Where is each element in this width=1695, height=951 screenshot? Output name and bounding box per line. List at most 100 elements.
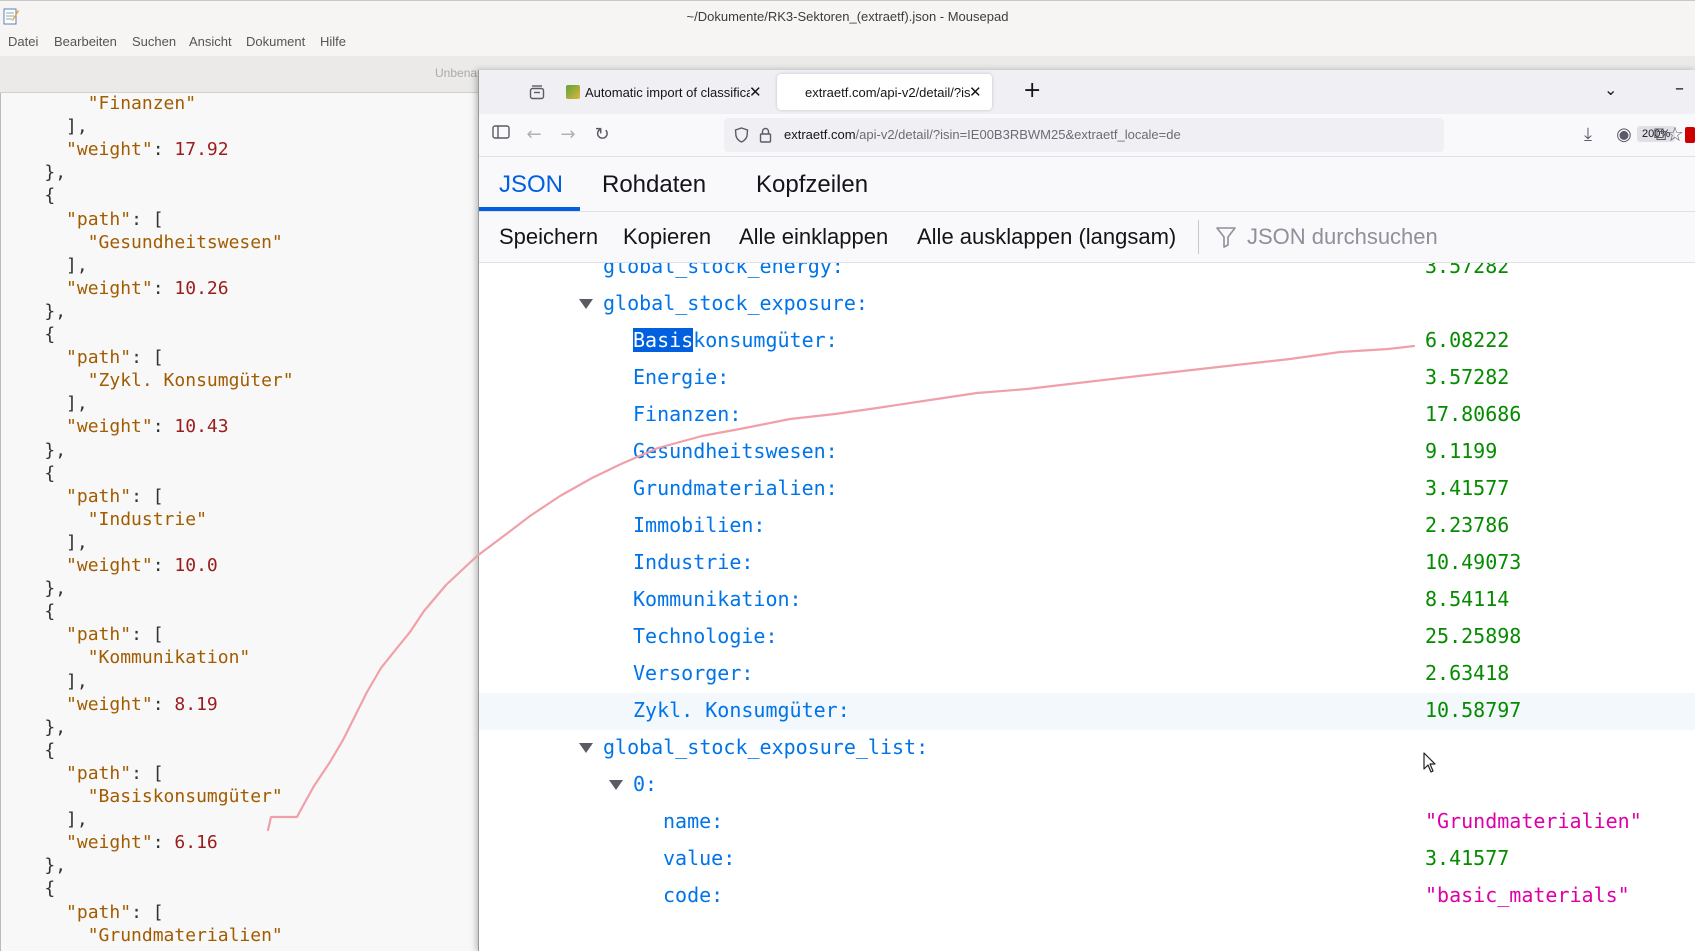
window-title: ~/Dokumente/RK3-Sektoren_(extraetf).json…: [686, 9, 1009, 24]
code-punctuation: },: [44, 162, 67, 184]
code-punctuation: [1, 555, 66, 576]
json-row[interactable]: Energie: 3.57282: [479, 360, 1695, 397]
json-key: Immobilien:: [633, 513, 766, 537]
code-punctuation: [1, 740, 44, 761]
json-row[interactable]: Industrie: 10.49073: [479, 545, 1695, 582]
json-row[interactable]: code: "basic_materials": [479, 878, 1695, 915]
menu-datei[interactable]: Datei: [8, 34, 38, 49]
json-value: 10.58797: [1425, 698, 1522, 722]
json-row[interactable]: Zykl. Konsumgüter: 10.58797: [479, 693, 1695, 730]
menu-bearbeiten[interactable]: Bearbeiten: [54, 34, 117, 49]
json-row[interactable]: value: 3.41577: [479, 841, 1695, 878]
json-key: Zykl. Konsumgüter:: [633, 698, 850, 722]
code-punctuation: [1, 116, 66, 137]
menu-ansicht[interactable]: Ansicht: [189, 34, 232, 49]
close-tab-icon[interactable]: ✕: [969, 83, 982, 101]
code-line: "Gesundheitswesen": [1, 232, 283, 255]
sidebar-icon[interactable]: [489, 123, 513, 147]
json-filter-input[interactable]: JSON durchsuchen: [1247, 224, 1438, 250]
code-punctuation: ],: [66, 393, 88, 415]
collapse-all-button[interactable]: Alle einklappen: [739, 224, 888, 250]
code-string: "path": [66, 347, 132, 369]
code-punctuation: :: [152, 555, 175, 576]
code-punctuation: [1, 139, 66, 160]
firefox-view-icon[interactable]: [529, 84, 545, 100]
close-tab-icon[interactable]: ✕: [749, 83, 762, 101]
downloads-icon[interactable]: ⤓: [1576, 123, 1600, 147]
json-key-rest: konsumgüter:: [693, 328, 838, 352]
code-punctuation: ],: [66, 670, 88, 692]
menu-dokument[interactable]: Dokument: [246, 34, 305, 49]
active-tab-indicator: [479, 207, 580, 211]
menu-hilfe[interactable]: Hilfe: [320, 34, 346, 49]
json-row[interactable]: Basiskonsumgüter: 6.08222: [479, 323, 1695, 360]
new-tab-icon[interactable]: +: [1023, 78, 1041, 103]
code-punctuation: [1, 440, 44, 461]
json-key: Basiskonsumgüter:: [633, 328, 838, 352]
reload-icon[interactable]: ↻: [590, 123, 614, 147]
mousepad-editor[interactable]: "Finanzen" ], "weight": 17.92 }, { "path…: [0, 93, 479, 951]
json-row[interactable]: Technologie: 25.25898: [479, 619, 1695, 656]
code-punctuation: ],: [66, 116, 88, 138]
json-row[interactable]: Versorger: 2.63418: [479, 656, 1695, 693]
json-row[interactable]: Immobilien: 2.23786: [479, 508, 1695, 545]
shield-icon[interactable]: [734, 127, 749, 143]
code-punctuation: [1, 671, 66, 692]
copy-button[interactable]: Kopieren: [623, 224, 711, 250]
code-punctuation: : [: [131, 485, 164, 507]
extensions-icon[interactable]: ⧉: [1648, 123, 1672, 147]
url-bar[interactable]: extraetf.com/api-v2/detail/?isin=IE00B3R…: [724, 118, 1684, 152]
expand-toggle-icon[interactable]: [609, 780, 623, 790]
json-value: 3.41577: [1425, 846, 1510, 870]
tab-json[interactable]: JSON: [499, 171, 563, 199]
code-punctuation: ],: [66, 254, 88, 276]
code-line: {: [1, 324, 55, 347]
json-row[interactable]: global_stock_exposure_list:: [479, 730, 1695, 767]
code-line: "Zykl. Konsumgüter": [1, 370, 294, 393]
tab-headers[interactable]: Kopfzeilen: [756, 171, 868, 199]
json-row[interactable]: global_stock_energy: 3.57282: [479, 263, 1695, 286]
code-punctuation: [1, 647, 88, 668]
account-icon[interactable]: ◉: [1612, 123, 1636, 147]
code-line: ],: [1, 116, 88, 139]
expand-toggle-icon[interactable]: [579, 743, 593, 753]
json-row[interactable]: Gesundheitswesen: 9.1199: [479, 434, 1695, 471]
forward-icon[interactable]: →: [556, 123, 580, 147]
ublock-icon[interactable]: [1685, 127, 1695, 143]
url-text[interactable]: extraetf.com/api-v2/detail/?isin=IE00B3R…: [784, 127, 1181, 142]
code-punctuation: [1, 486, 66, 507]
code-string: "path": [66, 762, 132, 784]
json-row[interactable]: Finanzen: 17.80686: [479, 397, 1695, 434]
url-path: /api-v2/detail/?isin=IE00B3RBWM25&extrae…: [855, 127, 1181, 142]
document-tab[interactable]: Unbena: [435, 66, 477, 80]
browser-tab-active[interactable]: extraetf.com/api-v2/detail/?isi ✕: [777, 74, 992, 110]
navigation-bar: ← → ↻ extraetf.com/api-v2/detail/?isin=I…: [479, 114, 1695, 157]
list-tabs-icon[interactable]: ⌄: [1604, 80, 1617, 99]
code-line: ],: [1, 393, 88, 416]
code-string: "weight": [66, 555, 153, 576]
code-punctuation: [1, 278, 66, 299]
back-icon[interactable]: ←: [522, 123, 546, 147]
code-punctuation: },: [44, 716, 67, 738]
code-string: "Industrie": [87, 508, 207, 530]
tab-raw-data[interactable]: Rohdaten: [602, 171, 706, 199]
code-punctuation: : [: [131, 208, 164, 230]
lock-icon[interactable]: [759, 127, 772, 143]
json-row[interactable]: name: "Grundmaterialien": [479, 804, 1695, 841]
expand-all-button[interactable]: Alle ausklappen (langsam): [917, 224, 1176, 250]
code-punctuation: [1, 855, 44, 876]
menu-suchen[interactable]: Suchen: [132, 34, 176, 49]
code-number: 10.43: [174, 416, 229, 438]
json-row[interactable]: global_stock_exposure:: [479, 286, 1695, 323]
code-line: "weight": 10.26: [1, 278, 229, 301]
json-row[interactable]: 0:: [479, 767, 1695, 804]
json-row[interactable]: Grundmaterialien: 3.41577: [479, 471, 1695, 508]
save-button[interactable]: Speichern: [499, 224, 598, 250]
expand-toggle-icon[interactable]: [579, 299, 593, 309]
browser-tab[interactable]: Automatic import of classifica ✕: [557, 74, 772, 110]
toolbar-separator: [1198, 220, 1199, 254]
json-row[interactable]: Kommunikation: 8.54114: [479, 582, 1695, 619]
minimize-icon[interactable]: –: [1675, 78, 1684, 99]
json-tree[interactable]: global_stock_energy: 3.57282 global_stock_…: [479, 263, 1695, 951]
code-punctuation: [1, 509, 88, 530]
